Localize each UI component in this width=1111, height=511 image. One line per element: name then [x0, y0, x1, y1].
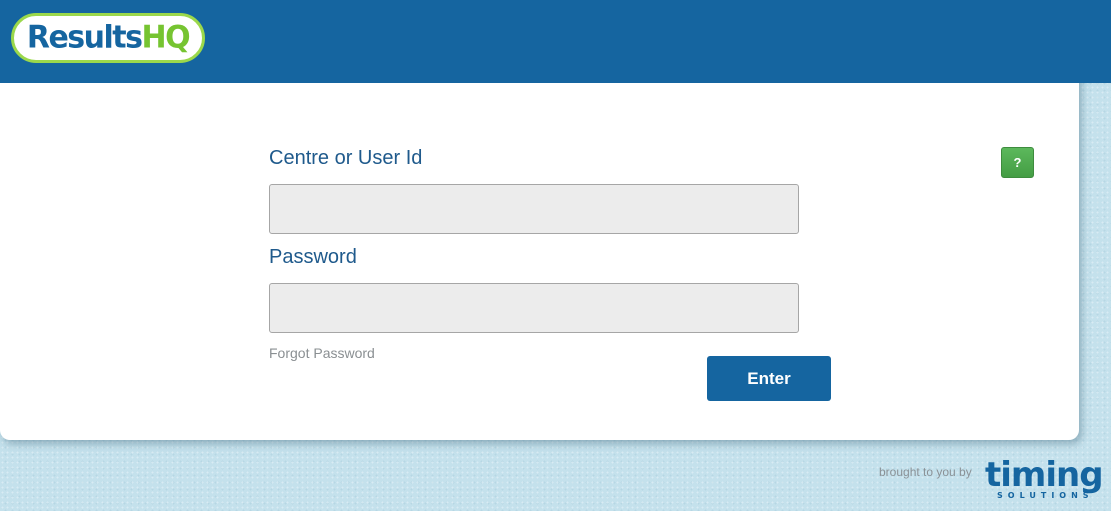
logo-text: ResultsHQ — [26, 19, 191, 56]
resultshq-logo[interactable]: ResultsHQ — [11, 13, 205, 63]
help-button[interactable]: ? — [1001, 147, 1034, 178]
timing-solutions-logo[interactable]: timing SOLUTIONS — [985, 455, 1104, 504]
timing-logo-word: timing — [985, 455, 1104, 495]
timing-logo-subword: SOLUTIONS — [997, 491, 1094, 500]
forgot-password-link[interactable]: Forgot Password — [269, 346, 375, 360]
password-label: Password — [269, 246, 357, 268]
enter-button[interactable]: Enter — [707, 356, 831, 401]
login-panel: Centre or User Id Password Forgot Passwo… — [0, 70, 1079, 440]
credit-text: brought to you by — [879, 465, 972, 479]
top-header: ResultsHQ — [0, 0, 1111, 83]
logo-text-hq: HQ — [141, 19, 191, 56]
user-id-label: Centre or User Id — [269, 147, 423, 169]
user-id-input[interactable] — [269, 184, 799, 234]
logo-text-results: Results — [26, 19, 143, 56]
password-input[interactable] — [269, 283, 799, 333]
help-icon: ? — [1013, 155, 1022, 170]
